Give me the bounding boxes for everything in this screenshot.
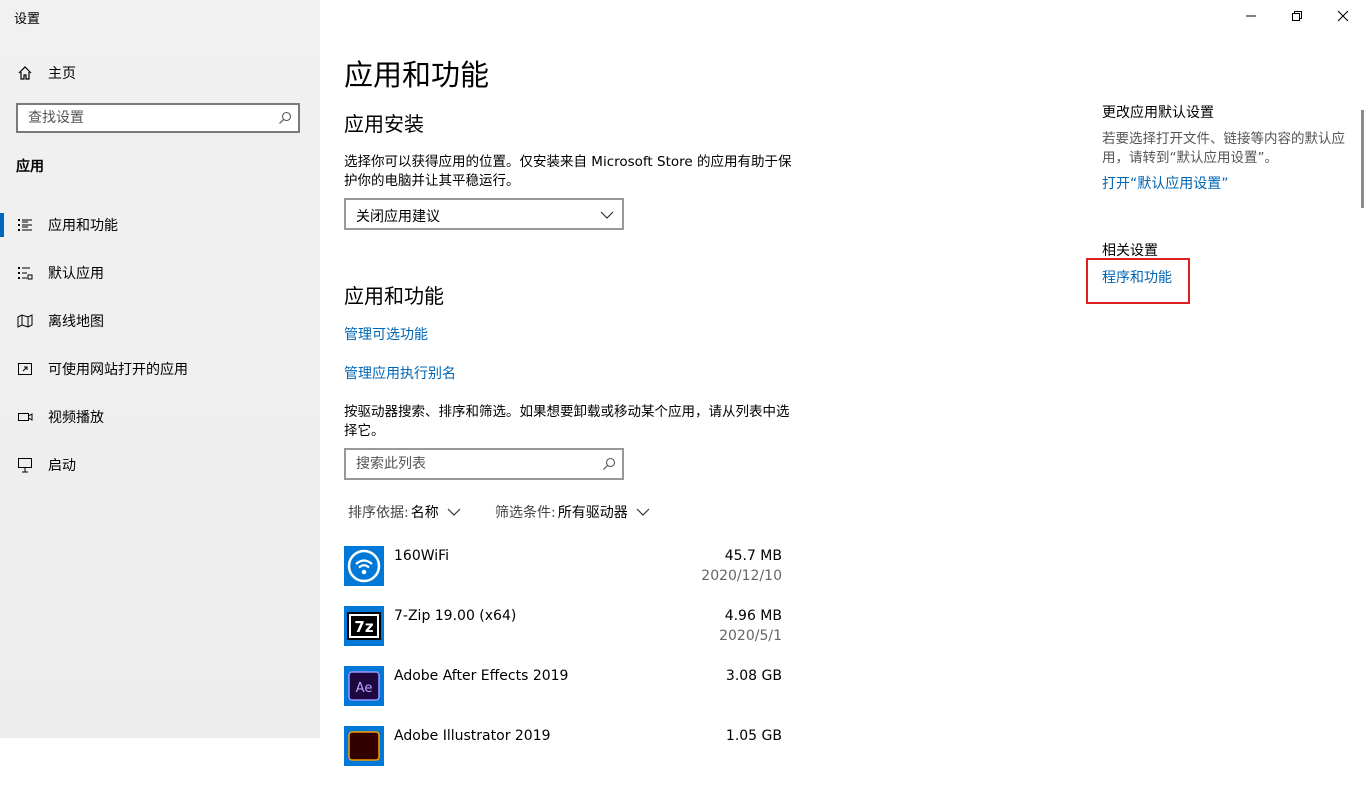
- filter-dropdown[interactable]: 筛选条件: 所有驱动器: [495, 502, 650, 522]
- app-list-item[interactable]: 160WiFi 45.7 MB 2020/12/10: [344, 546, 784, 606]
- filter-label: 筛选条件:: [495, 505, 556, 521]
- apps-description: 按驱动器搜索、排序和筛选。如果想要卸载或移动某个应用，请从列表中选择它。: [344, 404, 790, 439]
- default-apps-icon: [16, 264, 34, 282]
- sidebar-item-label: 应用和功能: [48, 218, 118, 234]
- home-icon: [16, 64, 34, 82]
- app-name: Adobe After Effects 2019: [394, 668, 569, 684]
- sidebar-home[interactable]: 主页: [16, 62, 76, 84]
- wifi-app-icon: [344, 546, 384, 586]
- install-description: 选择你可以获得应用的位置。仅安装来自 Microsoft Store 的应用有助…: [344, 154, 792, 189]
- sidebar-item-apps-for-websites[interactable]: 可使用网站打开的应用: [0, 354, 320, 384]
- close-button[interactable]: [1320, 0, 1366, 32]
- app-source-select-value: 关闭应用建议: [356, 209, 440, 225]
- sidebar-home-label: 主页: [48, 66, 76, 82]
- apps-list-icon: [16, 216, 34, 234]
- sidebar-item-label: 默认应用: [48, 266, 104, 282]
- window-title: 设置: [14, 12, 41, 27]
- close-icon: [1337, 10, 1349, 22]
- programs-and-features-link[interactable]: 程序和功能: [1102, 267, 1172, 287]
- app-list-search-box[interactable]: [344, 448, 624, 480]
- change-defaults-description: 若要选择打开文件、链接等内容的默认应用，请转到“默认应用设置”。: [1102, 131, 1345, 166]
- sidebar-item-video-playback[interactable]: 视频播放: [0, 402, 320, 432]
- related-settings-heading: 相关设置: [1102, 243, 1158, 259]
- open-external-icon: [16, 360, 34, 378]
- app-list-item[interactable]: Ae Adobe After Effects 2019 3.08 GB: [344, 666, 784, 726]
- app-list-search-input[interactable]: [356, 455, 586, 473]
- map-icon: [16, 312, 34, 330]
- manage-app-alias-link[interactable]: 管理应用执行别名: [344, 363, 456, 383]
- svg-text:7z: 7z: [354, 618, 373, 636]
- filter-value: 所有驱动器: [557, 505, 628, 521]
- apps-heading: 应用和功能: [344, 284, 444, 308]
- 7zip-app-icon: 7z: [344, 606, 384, 646]
- sort-dropdown[interactable]: 排序依据: 名称: [348, 502, 461, 522]
- sidebar-item-apps-features[interactable]: 应用和功能: [0, 210, 320, 240]
- app-date: 2020/5/1: [719, 628, 782, 644]
- video-icon: [16, 408, 34, 426]
- app-list-item[interactable]: Adobe Illustrator 2019 1.05 GB: [344, 726, 784, 786]
- settings-search-input[interactable]: [28, 109, 268, 127]
- sidebar-item-label: 视频播放: [48, 410, 104, 426]
- sidebar-item-startup[interactable]: 启动: [0, 450, 320, 480]
- app-list-item[interactable]: 7z 7-Zip 19.00 (x64) 4.96 MB 2020/5/1: [344, 606, 784, 666]
- app-size: 1.05 GB: [725, 728, 782, 744]
- manage-optional-features-link[interactable]: 管理可选功能: [344, 324, 428, 344]
- search-icon[interactable]: [278, 111, 292, 125]
- restore-icon: [1292, 11, 1302, 21]
- app-date: 2020/12/10: [701, 568, 782, 584]
- after-effects-app-icon: Ae: [344, 666, 384, 706]
- chevron-down-icon: [636, 508, 650, 516]
- app-name: 7-Zip 19.00 (x64): [394, 608, 517, 624]
- change-defaults-heading: 更改应用默认设置: [1102, 105, 1214, 121]
- restore-button[interactable]: [1274, 0, 1320, 32]
- startup-icon: [16, 456, 34, 474]
- sort-value: 名称: [410, 505, 439, 521]
- minimize-icon: [1246, 15, 1256, 17]
- chevron-down-icon: [447, 508, 461, 516]
- scrollbar[interactable]: [1361, 110, 1364, 208]
- svg-text:Ae: Ae: [356, 681, 373, 696]
- illustrator-app-icon: [344, 726, 384, 766]
- sidebar-item-label: 可使用网站打开的应用: [48, 362, 188, 378]
- install-heading: 应用安装: [344, 112, 424, 136]
- search-icon[interactable]: [602, 457, 616, 471]
- sidebar-item-label: 启动: [48, 458, 76, 474]
- app-size: 45.7 MB: [724, 548, 782, 564]
- sidebar-item-label: 离线地图: [48, 314, 104, 330]
- sidebar: 设置 主页 应用 应用和功能 默认应用 离线地图 可使用网站打开的应用: [0, 0, 320, 738]
- app-size: 4.96 MB: [724, 608, 782, 624]
- app-name: 160WiFi: [394, 548, 450, 564]
- sidebar-item-default-apps[interactable]: 默认应用: [0, 258, 320, 288]
- chevron-down-icon: [600, 211, 614, 219]
- settings-search-box[interactable]: [16, 103, 300, 133]
- minimize-button[interactable]: [1228, 0, 1274, 32]
- active-indicator: [0, 213, 4, 237]
- sort-label: 排序依据:: [348, 505, 409, 521]
- app-source-select[interactable]: 关闭应用建议: [344, 198, 624, 230]
- app-size: 3.08 GB: [725, 668, 782, 684]
- sidebar-section-label: 应用: [16, 159, 44, 175]
- open-default-apps-link[interactable]: 打开“默认应用设置”: [1102, 173, 1229, 193]
- page-title: 应用和功能: [344, 58, 490, 92]
- app-name: Adobe Illustrator 2019: [394, 728, 551, 744]
- sidebar-item-offline-maps[interactable]: 离线地图: [0, 306, 320, 336]
